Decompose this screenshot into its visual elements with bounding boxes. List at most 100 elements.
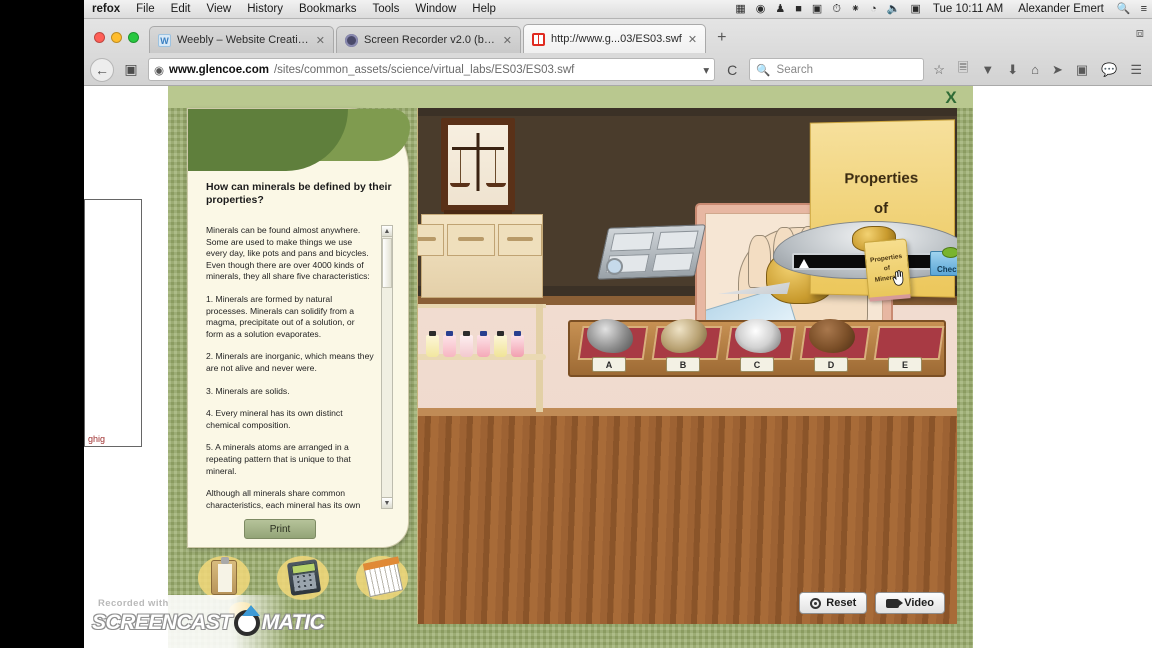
cabinet-drawer[interactable] — [447, 224, 495, 256]
url-host: www.glencoe.com — [169, 63, 269, 76]
specimen-slot-d[interactable] — [799, 319, 871, 360]
cabinet-drawer[interactable] — [418, 224, 444, 256]
watermark-brand: SCREENCAST MATIC — [92, 602, 325, 636]
print-button[interactable]: Print — [244, 519, 316, 539]
send-tab-icon[interactable]: ➤ — [1048, 62, 1067, 78]
new-tab-button[interactable]: + — [708, 29, 735, 53]
chat-icon[interactable]: 💬 — [1097, 62, 1121, 78]
bottle[interactable] — [426, 331, 439, 357]
bookmark-star-icon[interactable]: ☆ — [929, 62, 949, 78]
menu-clock[interactable]: Tue 10:11 AM — [926, 3, 1010, 15]
bottle[interactable] — [477, 331, 490, 357]
translate-icon[interactable]: ▣ — [1072, 62, 1092, 78]
periodic-table-icon[interactable] — [356, 556, 408, 600]
instructions-scroll-area[interactable]: Minerals can be found almost anywhere. S… — [206, 225, 393, 509]
reload-button[interactable]: C — [720, 58, 744, 82]
wifi-icon[interactable]: ◔ — [865, 0, 882, 19]
tab-weebly[interactable]: W Weebly – Website Creation... ✕ — [149, 26, 334, 53]
specimen-label-e[interactable]: E — [888, 357, 922, 372]
specimen-label-a[interactable]: A — [592, 357, 626, 372]
airplay-icon[interactable]: ▣ — [807, 0, 827, 19]
specimen-slot-e[interactable] — [873, 326, 945, 360]
battery-icon[interactable]: ▣ — [905, 0, 925, 19]
mineral-specimen-d[interactable] — [808, 319, 855, 353]
dropbox-icon[interactable]: ▦ — [730, 0, 750, 19]
address-bar[interactable]: ◉ www.glencoe.com /sites/common_assets/s… — [148, 58, 716, 81]
library-icon[interactable]: 🗏 — [954, 59, 972, 81]
search-icon[interactable]: 🔍 — [1112, 0, 1136, 19]
keychain-icon[interactable]: ♟ — [770, 0, 790, 19]
timemachine-icon[interactable]: ◉ — [751, 0, 771, 19]
clock-history-icon[interactable]: ⏱ — [827, 0, 846, 19]
bottle[interactable] — [460, 331, 473, 357]
balance-pan — [486, 183, 506, 187]
window-minimize-button[interactable] — [111, 32, 122, 43]
library-sidebar-icon[interactable]: ▣ — [119, 58, 143, 82]
fullscreen-icon[interactable]: ⧈ — [1136, 25, 1144, 41]
notification-center-icon[interactable]: ≡ — [1136, 0, 1152, 19]
calculator-icon[interactable] — [277, 556, 329, 600]
glass-plate[interactable] — [651, 252, 694, 272]
journal-icon[interactable] — [198, 556, 250, 600]
mineral-specimen-b[interactable] — [660, 319, 707, 353]
check-button[interactable]: Check — [930, 247, 957, 276]
menu-app-name[interactable]: refox — [84, 0, 128, 19]
reset-button[interactable]: Reset — [799, 592, 868, 614]
video-button[interactable]: Video — [875, 592, 945, 614]
specimen-label-c[interactable]: C — [740, 357, 774, 372]
volume-icon[interactable]: 🔈 — [882, 0, 906, 19]
tab-screen-recorder[interactable]: Screen Recorder v2.0 (bet... ✕ — [336, 26, 521, 53]
bottle[interactable] — [443, 331, 456, 357]
screencast-o-icon — [228, 602, 260, 636]
close-icon[interactable]: X — [941, 88, 961, 108]
tab-label: http://www.g...03/ES03.swf — [551, 33, 682, 45]
menu-item-bookmarks[interactable]: Bookmarks — [291, 0, 365, 19]
tab-close-icon[interactable]: ✕ — [316, 34, 325, 47]
battery-status-icon[interactable]: ■ — [790, 0, 807, 19]
tab-close-icon[interactable]: ✕ — [503, 34, 512, 47]
specimen-slot-c[interactable] — [725, 319, 797, 360]
scrollbar-thumb[interactable] — [382, 238, 392, 288]
specimen-label-d[interactable]: D — [814, 357, 848, 372]
window-close-button[interactable] — [94, 32, 105, 43]
specimen-slot-a[interactable] — [577, 319, 649, 360]
chevron-down-icon[interactable]: ▾ — [703, 63, 709, 77]
scrollbar[interactable]: ▲ ▼ — [381, 225, 393, 509]
specimen-slot-b[interactable] — [651, 319, 723, 360]
pocket-icon[interactable]: ▼ — [977, 62, 998, 77]
search-input[interactable]: 🔍 Search — [749, 58, 925, 81]
menu-item-file[interactable]: File — [128, 0, 163, 19]
streak-plate[interactable] — [610, 232, 655, 252]
scroll-up-icon[interactable]: ▲ — [382, 226, 392, 237]
home-icon[interactable]: ⌂ — [1027, 62, 1043, 77]
download-icon[interactable]: ⬇ — [1003, 62, 1022, 78]
menu-item-view[interactable]: View — [198, 0, 239, 19]
menu-item-window[interactable]: Window — [407, 0, 464, 19]
menu-item-help[interactable]: Help — [464, 0, 504, 19]
properties-book[interactable]: Properties of Minerals — [863, 238, 912, 300]
specimen-label-b[interactable]: B — [666, 357, 700, 372]
magnifier-icon[interactable] — [606, 258, 623, 275]
window-zoom-button[interactable] — [128, 32, 139, 43]
tray-cell[interactable] — [656, 230, 699, 250]
bluetooth-icon[interactable]: ⁕ — [846, 0, 865, 19]
back-button[interactable]: ← — [90, 57, 114, 82]
scroll-down-icon[interactable]: ▼ — [382, 497, 392, 508]
bottle[interactable] — [494, 331, 507, 357]
tab-close-icon[interactable]: ✕ — [688, 33, 697, 46]
instructions-text: Minerals can be found almost anywhere. S… — [206, 225, 374, 509]
menu-item-tools[interactable]: Tools — [365, 0, 408, 19]
balance-string — [495, 150, 496, 183]
menu-item-edit[interactable]: Edit — [163, 0, 199, 19]
menu-item-history[interactable]: History — [239, 0, 291, 19]
menu-user-name[interactable]: Alexander Emert — [1010, 0, 1112, 19]
tab-glencoe-es03[interactable]: http://www.g...03/ES03.swf ✕ — [523, 24, 707, 53]
hamburger-menu-icon[interactable]: ☰ — [1126, 62, 1146, 78]
bottle[interactable] — [511, 331, 524, 357]
paragraph: Although all minerals share common chara… — [206, 488, 361, 509]
side-note-text: ghig — [88, 434, 106, 444]
mineral-specimen-a[interactable] — [586, 319, 633, 353]
mineral-specimen-c[interactable] — [734, 319, 781, 353]
bottle-cap — [480, 331, 487, 336]
cabinet-drawer[interactable] — [498, 224, 542, 256]
